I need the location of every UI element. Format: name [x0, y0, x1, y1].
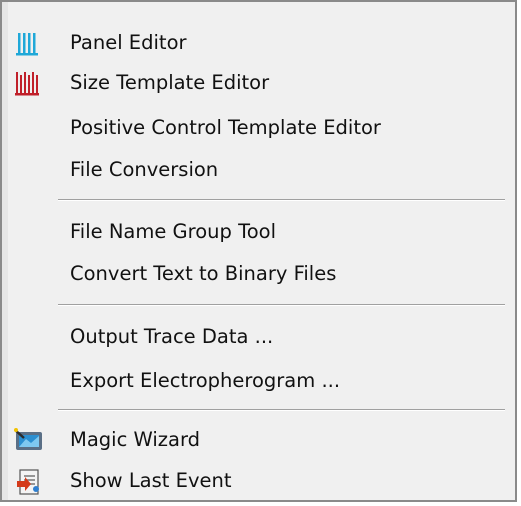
menu-item-label: Positive Control Template Editor [70, 116, 381, 139]
menu-item-label: Export Electropherogram ... [70, 369, 341, 392]
menu-item-label: Magic Wizard [70, 428, 200, 451]
menu-item-label: Show Last Event [70, 469, 232, 492]
panel-editor-icon [16, 33, 38, 56]
magic-wizard-icon [14, 428, 42, 450]
show-last-event-icon [17, 469, 39, 495]
menu-separator [58, 199, 505, 201]
menu-item-positive-control-template-editor[interactable]: Positive Control Template Editor [12, 111, 503, 145]
menu-item-convert-text-to-binary[interactable]: Convert Text to Binary Files [12, 257, 503, 291]
menu-item-label: Output Trace Data ... [70, 325, 274, 348]
menu-item-panel-editor[interactable]: Panel Editor [12, 26, 503, 60]
menu-item-label: Panel Editor [70, 31, 187, 54]
size-template-icon [15, 72, 39, 96]
menu-item-label: Convert Text to Binary Files [70, 262, 337, 285]
menu-separator [58, 304, 505, 306]
menu-item-export-electropherogram[interactable]: Export Electropherogram ... [12, 364, 503, 398]
menu-left-edge [2, 2, 8, 500]
menu-item-show-last-event[interactable]: Show Last Event [12, 464, 503, 498]
menu-item-file-conversion[interactable]: File Conversion [12, 153, 503, 187]
menu-item-label: Size Template Editor [70, 71, 270, 94]
menu-item-file-name-group-tool[interactable]: File Name Group Tool [12, 215, 503, 249]
menu-item-size-template-editor[interactable]: Size Template Editor [12, 66, 503, 100]
menu-item-label: File Name Group Tool [70, 220, 276, 243]
tools-context-menu: Panel Editor Size Template Editor Positi… [0, 0, 517, 502]
menu-item-magic-wizard[interactable]: Magic Wizard [12, 423, 503, 457]
menu-item-output-trace-data[interactable]: Output Trace Data ... [12, 320, 503, 354]
menu-item-label: File Conversion [70, 158, 219, 181]
menu-separator [58, 409, 505, 411]
